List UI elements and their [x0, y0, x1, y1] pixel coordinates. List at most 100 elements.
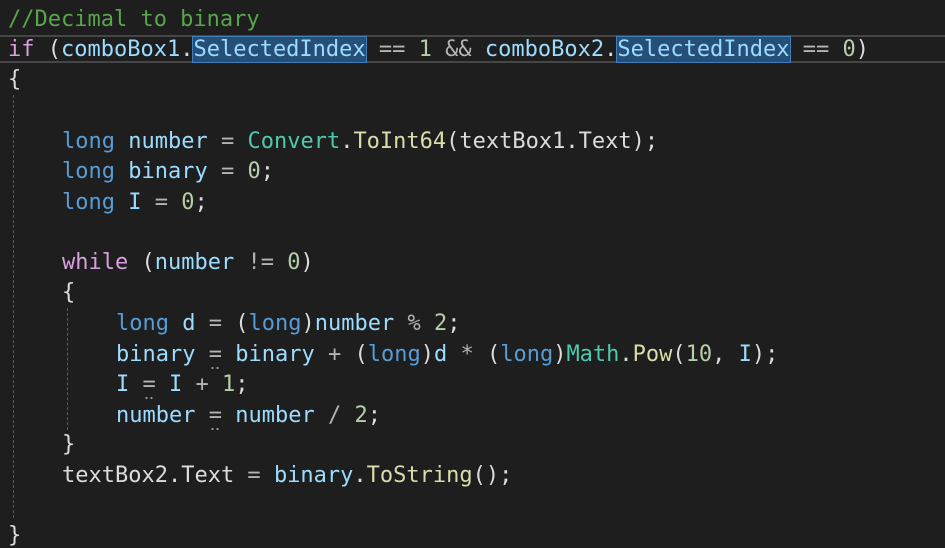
assign-operator: = [195, 311, 236, 336]
combobox1-identifier: comboBox1 [61, 37, 181, 62]
d-identifier: d [433, 342, 448, 367]
paren-close: ) [855, 37, 870, 62]
long-keyword: long [62, 129, 115, 154]
toint64-method: ToInt64 [353, 129, 447, 154]
number-literal: 0 [287, 250, 301, 275]
binary-identifier: binary [273, 463, 354, 488]
binary-identifier: binary [128, 159, 208, 184]
paren-close: ) [420, 342, 434, 367]
assign-operator: = [207, 129, 248, 154]
if-keyword: if [8, 37, 35, 62]
selected-index-highlight-1[interactable]: SelectedIndex [192, 36, 367, 63]
dot-operator: . [604, 37, 618, 62]
code-line-13[interactable]: I = I + 1; [116, 370, 249, 400]
number-literal: 1 [418, 37, 432, 62]
code-line-15[interactable]: } [62, 430, 75, 460]
dot-operator: . [180, 37, 194, 62]
paren-open: ( [34, 37, 61, 62]
plus-operator: + [314, 342, 355, 367]
dot-operator: . [619, 342, 633, 367]
code-line-11[interactable]: long d = (long)number % 2; [116, 309, 460, 339]
comment-text: //Decimal to binary [8, 7, 260, 32]
assign-suggestion-dots[interactable]: = [143, 370, 156, 400]
code-editor[interactable]: //Decimal to binary if (comboBox1.Select… [0, 0, 945, 548]
code-line-5[interactable]: long number = Convert.ToInt64(textBox1.T… [62, 127, 658, 157]
brace-open: { [8, 67, 22, 92]
d-identifier: d [182, 311, 196, 336]
code-line-16[interactable]: textBox2.Text = binary.ToString(); [62, 461, 512, 491]
long-cast-keyword: long [500, 342, 554, 367]
code-line-14[interactable]: number = number / 2; [116, 401, 381, 431]
assign-operator: = [207, 159, 248, 184]
tostring-method: ToString [366, 463, 473, 488]
paren-close: ) [301, 311, 315, 336]
code-line-12[interactable]: binary = binary + (long)d * (long)Math.P… [116, 340, 778, 370]
code-line-10[interactable]: { [62, 278, 75, 308]
assign-operator: = [234, 463, 274, 488]
selected-index-highlight-2[interactable]: SelectedIndex [616, 36, 791, 63]
brace-open: { [62, 280, 76, 305]
dot-operator: . [353, 463, 367, 488]
multiply-operator: * [447, 342, 487, 367]
brace-close: } [8, 523, 22, 548]
call-end: (); [472, 463, 513, 488]
pow-method: Pow [632, 342, 673, 367]
semicolon: ; [367, 403, 381, 428]
number-literal: 0 [247, 159, 261, 184]
code-line-2[interactable]: if (comboBox1.SelectedIndex == 1 && comb… [8, 35, 869, 65]
convert-type: Convert [247, 129, 341, 154]
semicolon: ; [765, 342, 779, 367]
assign-operator: = [141, 190, 182, 215]
i-identifier: I [169, 372, 183, 397]
code-line-3[interactable]: { [8, 65, 21, 95]
code-line-6[interactable]: long binary = 0; [62, 157, 274, 187]
brace-close: } [62, 432, 76, 457]
code-line-18[interactable]: } [8, 521, 21, 548]
number-identifier: number [128, 129, 208, 154]
number-literal: 0 [842, 37, 856, 62]
indent-guide-inner [67, 308, 68, 430]
number-literal: 2 [354, 403, 368, 428]
i-identifier: I [738, 342, 752, 367]
i-identifier: I [116, 372, 130, 397]
divide-operator: / [314, 403, 355, 428]
long-cast-keyword: long [248, 311, 302, 336]
indent-guide-outer [13, 95, 14, 518]
not-equal-operator: != [234, 250, 288, 275]
paren-close: ) [553, 342, 567, 367]
binary-identifier: binary [116, 342, 196, 367]
number-literal: 10 [685, 342, 713, 367]
number-identifier: number [116, 403, 196, 428]
number-literal: 0 [181, 190, 195, 215]
modulo-operator: % [394, 311, 434, 336]
equality-operator: == [365, 37, 419, 62]
paren-close: ) [751, 342, 766, 367]
number-identifier: number [235, 403, 315, 428]
number-literal: 2 [433, 311, 448, 336]
math-type: Math [566, 342, 620, 367]
assign-suggestion-dots[interactable]: = [209, 401, 222, 431]
long-keyword: long [62, 190, 115, 215]
i-identifier: I [128, 190, 142, 215]
code-line-1[interactable]: //Decimal to binary [8, 5, 260, 35]
equality-operator: == [789, 37, 843, 62]
plus-operator: + [182, 372, 222, 397]
code-line-7[interactable]: long I = 0; [62, 188, 208, 218]
semicolon: ; [235, 372, 249, 397]
semicolon: ; [194, 190, 208, 215]
binary-identifier: binary [235, 342, 315, 367]
code-line-9[interactable]: while (number != 0) [62, 248, 314, 278]
paren-open: ( [128, 250, 155, 275]
number-literal: 1 [222, 372, 236, 397]
dot-operator: . [340, 129, 354, 154]
combobox2-identifier: comboBox2 [484, 37, 605, 62]
semicolon: ; [260, 159, 274, 184]
number-identifier: number [314, 311, 395, 336]
textbox1-text-arg: (textBox1.Text); [446, 129, 659, 154]
and-operator: && [431, 37, 485, 62]
number-identifier: number [154, 250, 235, 275]
long-keyword: long [62, 159, 115, 184]
assign-suggestion-dots[interactable]: = [209, 340, 222, 370]
comma: , [712, 342, 739, 367]
paren-close: ) [300, 250, 314, 275]
